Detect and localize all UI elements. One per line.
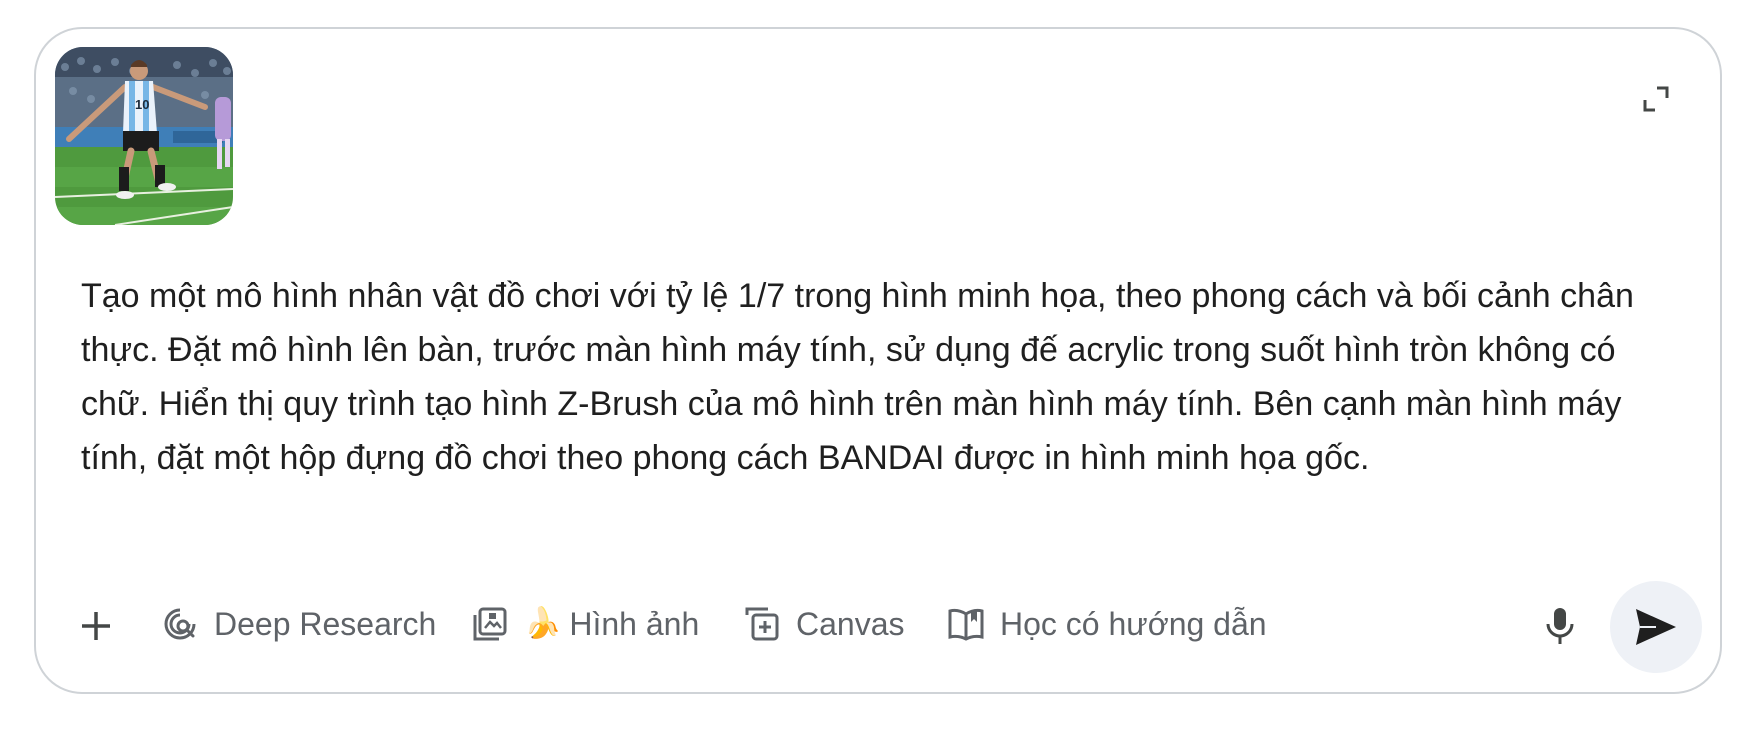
- add-button[interactable]: [74, 604, 118, 648]
- canvas-icon: [742, 604, 782, 644]
- plus-icon: [82, 612, 110, 640]
- image-gallery-icon: [470, 604, 510, 644]
- soccer-player-image: 10: [55, 47, 233, 225]
- send-button[interactable]: [1610, 581, 1702, 673]
- guided-learning-label: Học có hướng dẫn: [1000, 605, 1267, 642]
- prompt-composer: 10 Tạo một mô hình nhân vật đồ chơi với …: [34, 27, 1722, 694]
- deep-research-icon: [160, 604, 200, 644]
- banana-emoji: 🍌: [524, 607, 562, 640]
- microphone-button[interactable]: [1536, 602, 1584, 650]
- canvas-label: Canvas: [796, 605, 905, 642]
- guided-learning-button[interactable]: Học có hướng dẫn: [946, 596, 1267, 652]
- expand-icon: [1643, 86, 1669, 112]
- image-label: Hình ảnh: [569, 605, 700, 642]
- canvas-button[interactable]: Canvas: [742, 596, 905, 652]
- svg-text:10: 10: [135, 97, 149, 112]
- attached-image-thumbnail[interactable]: 10: [55, 47, 233, 225]
- deep-research-label: Deep Research: [214, 605, 437, 642]
- expand-button[interactable]: [1638, 81, 1674, 117]
- send-icon: [1636, 609, 1676, 645]
- prompt-input[interactable]: Tạo một mô hình nhân vật đồ chơi với tỷ …: [81, 269, 1641, 485]
- microphone-icon: [1546, 608, 1574, 644]
- composer-toolbar: Deep Research 🍌 Hình ảnh Canvas Học có h…: [36, 581, 1720, 673]
- open-book-icon: [946, 604, 986, 644]
- image-button[interactable]: 🍌 Hình ảnh: [470, 596, 699, 652]
- deep-research-button[interactable]: Deep Research: [160, 596, 436, 652]
